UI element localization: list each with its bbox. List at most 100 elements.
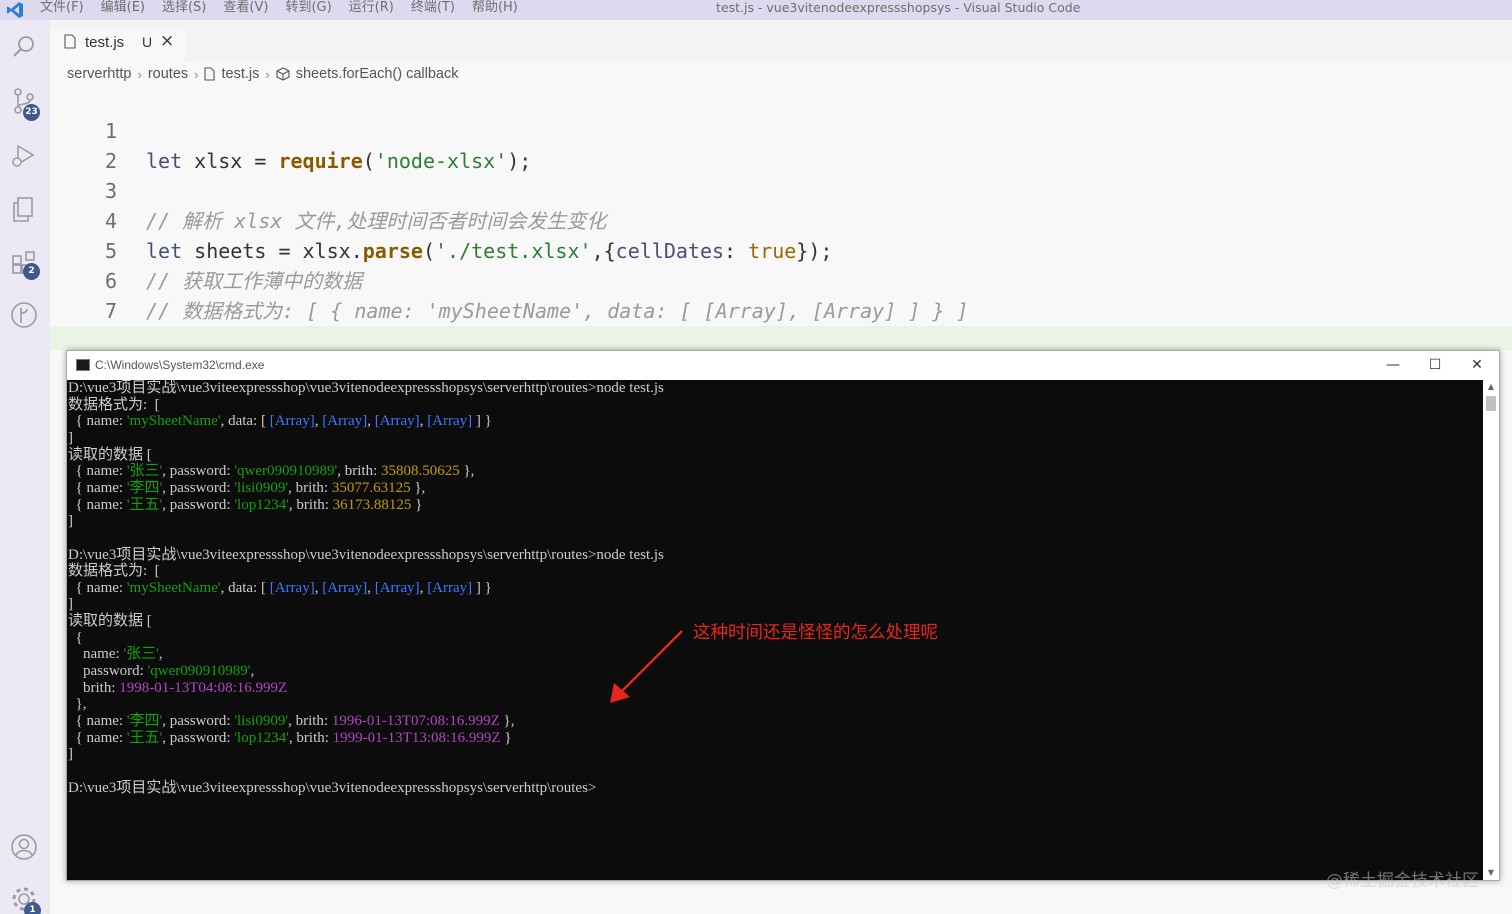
chevron-right-icon: ›	[265, 66, 270, 82]
terminal-segment: ]	[68, 513, 73, 530]
breadcrumb-serverhttp[interactable]: serverhttp	[67, 66, 131, 82]
terminal-segment: 读取的数据 [	[68, 613, 152, 630]
account-icon[interactable]	[9, 832, 39, 862]
terminal-segment: { name:	[68, 463, 127, 480]
terminal-segment: name:	[68, 646, 124, 663]
activity-bar: 23 2 1	[0, 20, 50, 914]
terminal-segment: ] }	[472, 413, 492, 430]
menu-terminal[interactable]: 终端(T)	[411, 0, 455, 20]
minimize-button[interactable]: —	[1372, 351, 1414, 380]
code-line: 7 console.log('数据格式为: ',sheets);	[50, 266, 1512, 350]
menu-go[interactable]: 转到(G)	[285, 0, 331, 20]
menu-edit[interactable]: 编辑(E)	[101, 0, 145, 20]
terminal-segment: , password:	[162, 729, 235, 746]
terminal-segment: '王五'	[126, 496, 163, 513]
menu-help[interactable]: 帮助(H)	[472, 0, 518, 20]
terminal-line: D:\vue3项目实战\vue3viteexpressshop\vue3vite…	[68, 380, 664, 397]
git-graph-icon[interactable]	[9, 300, 39, 330]
vertical-scrollbar[interactable]: ▲ ▼	[1483, 380, 1499, 880]
editor-tab-bar: test.js U ×	[50, 20, 1512, 62]
terminal-segment: 36173.88125	[332, 496, 412, 513]
code-line: 3 // 解析 xlsx 文件,处理时间否者时间会发生变化	[50, 146, 1512, 233]
title-bar: 文件(F) 编辑(E) 选择(S) 查看(V) 转到(G) 运行(R) 终端(T…	[0, 0, 1512, 20]
terminal-line: D:\vue3项目实战\vue3viteexpressshop\vue3vite…	[68, 780, 596, 797]
code-line-current: 9 sheets.forEach((sheet) => {	[50, 326, 1512, 350]
terminal-line: 读取的数据 [	[68, 613, 152, 630]
terminal-segment: ,	[250, 663, 255, 680]
window-title: test.js - vue3vitenodeexpressshopsys - V…	[716, 0, 1081, 15]
source-control-badge: 23	[23, 104, 40, 121]
code-line: 8 let arr = []; // 全部表中的数据	[50, 296, 1512, 350]
terminal-line: { name: 'mySheetName', data: [ [Array], …	[68, 413, 492, 430]
terminal-segment: [Array]	[374, 579, 420, 596]
menu-run[interactable]: 运行(R)	[349, 0, 394, 20]
terminal-line: { name: 'mySheetName', data: [ [Array], …	[68, 580, 492, 597]
cmd-app-icon	[76, 359, 90, 371]
scroll-down-arrow-icon[interactable]: ▼	[1483, 866, 1499, 880]
terminal-segment: 'mySheetName'	[126, 579, 221, 596]
file-icon	[204, 67, 216, 81]
terminal-segment: ,	[367, 579, 375, 596]
maximize-button[interactable]: ☐	[1414, 351, 1456, 380]
terminal-segment: 1999-01-13T13:08:16.999Z	[332, 729, 501, 746]
code-line: 2	[50, 116, 1512, 173]
terminal-segment: [Array]	[427, 579, 473, 596]
terminal-segment: 'mySheetName'	[126, 413, 221, 430]
menu-view[interactable]: 查看(V)	[223, 0, 268, 20]
terminal-segment: 'lop1234'	[234, 729, 289, 746]
terminal-line: { name: '李四', password: 'lisi0909', brit…	[68, 479, 426, 497]
watermark: @稀土掘金技术社区	[1326, 871, 1479, 891]
search-icon[interactable]	[9, 32, 39, 62]
terminal-segment: '王五'	[126, 729, 163, 746]
terminal-line: ]	[68, 513, 73, 530]
terminal-line: brith: 1998-01-13T04:08:16.999Z	[68, 680, 287, 697]
explorer-icon[interactable]	[9, 194, 39, 224]
terminal-segment: 'lisi0909'	[234, 713, 289, 729]
terminal-segment: 1998-01-13T04:08:16.999Z	[119, 679, 288, 696]
terminal-line: ]	[68, 430, 73, 447]
annotation-arrow-icon	[610, 630, 683, 703]
terminal-line: 数据格式为: [	[68, 397, 160, 414]
annotation-text: 这种时间还是怪怪的怎么处理呢	[693, 623, 938, 643]
run-debug-icon[interactable]	[9, 140, 39, 170]
terminal-segment: },	[68, 696, 87, 713]
tab-test-js[interactable]: test.js U ×	[50, 28, 185, 62]
close-button[interactable]: ✕	[1456, 351, 1498, 380]
menu-file[interactable]: 文件(F)	[40, 0, 84, 20]
code-line: 6 // 数据格式为: [ { name: 'mySheetName', dat…	[50, 236, 1512, 323]
terminal-segment: 'qwer090910989'	[234, 463, 338, 480]
cmd-window-title: C:\Windows\System32\cmd.exe	[95, 358, 265, 372]
breadcrumb-test-js[interactable]: test.js	[221, 66, 259, 82]
breadcrumb-routes[interactable]: routes	[148, 66, 188, 82]
terminal-segment: , password:	[162, 713, 235, 729]
method-cube-icon	[276, 67, 290, 81]
terminal-segment: 数据格式为: [	[68, 396, 160, 413]
terminal-line: 数据格式为: [	[68, 563, 160, 580]
terminal-line: { name: '李四', password: 'lisi0909', brit…	[68, 713, 515, 730]
terminal-segment: D:\vue3项目实战\vue3viteexpressshop\vue3vite…	[68, 546, 664, 563]
breadcrumb: serverhttp › routes › test.js › sheets.f…	[67, 64, 459, 84]
breadcrumb-callback[interactable]: sheets.forEach() callback	[296, 66, 459, 82]
terminal-segment: 读取的数据 [	[68, 446, 152, 463]
terminal-segment: { name:	[68, 713, 127, 729]
tab-untracked-status: U	[142, 34, 153, 50]
terminal-segment: [Array]	[322, 413, 368, 430]
terminal-segment: ]	[68, 429, 73, 446]
scrollbar-thumb[interactable]	[1486, 396, 1496, 411]
terminal-segment: [Array]	[374, 413, 420, 430]
code-editor[interactable]: 1 let xlsx = require('node-xlsx'); 2 3 /…	[50, 86, 1512, 350]
terminal-segment: , brith:	[288, 479, 332, 496]
tab-close-icon[interactable]: ×	[160, 31, 174, 51]
terminal-segment: }	[500, 729, 512, 746]
terminal-segment: }	[411, 496, 423, 513]
cmd-title-bar[interactable]: C:\Windows\System32\cmd.exe — ☐ ✕	[67, 351, 1499, 380]
terminal-segment: 'lop1234'	[234, 496, 289, 513]
chevron-right-icon: ›	[194, 66, 199, 82]
settings-badge: 1	[24, 902, 41, 914]
code-line: 5 // 获取工作薄中的数据	[50, 206, 1512, 293]
terminal-line: {	[68, 630, 83, 647]
scroll-up-arrow-icon[interactable]: ▲	[1483, 380, 1499, 394]
terminal-segment: '李四'	[126, 479, 163, 496]
terminal-segment: },	[459, 463, 475, 480]
menu-selection[interactable]: 选择(S)	[162, 0, 206, 20]
